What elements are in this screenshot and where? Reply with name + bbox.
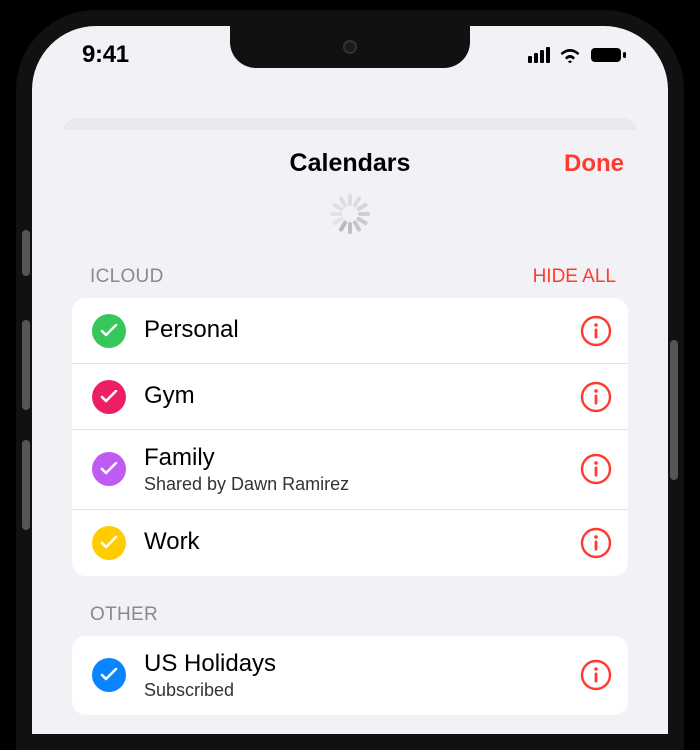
icloud-label: ICLOUD — [90, 266, 164, 288]
other-section-header: OTHER — [50, 576, 650, 636]
status-icons — [528, 46, 626, 64]
icloud-calendars-card: Personal Gym — [72, 298, 628, 576]
cellular-icon — [528, 47, 550, 63]
calendar-label: Work — [144, 528, 580, 557]
other-label: OTHER — [90, 604, 158, 626]
calendar-label: Personal — [144, 316, 580, 345]
info-icon[interactable] — [580, 315, 612, 347]
calendar-sublabel: Shared by Dawn Ramirez — [144, 474, 580, 495]
phone-frame: 9:41 Calendars Done — [16, 10, 684, 750]
calendar-label: Gym — [144, 382, 580, 411]
wifi-icon — [558, 46, 582, 64]
calendars-sheet: Calendars Done ICLOUD HIDE ALL — [50, 130, 650, 734]
other-calendars-card: US Holidays Subscribed — [72, 636, 628, 715]
calendar-sublabel: Subscribed — [144, 680, 580, 701]
volume-up-button — [22, 320, 30, 410]
info-icon[interactable] — [580, 527, 612, 559]
checkmark-icon[interactable] — [92, 314, 126, 348]
calendar-row-personal[interactable]: Personal — [72, 298, 628, 364]
volume-down-button — [22, 440, 30, 530]
loading-spinner-icon — [330, 194, 370, 234]
calendar-label: Family — [144, 444, 580, 473]
info-icon[interactable] — [580, 381, 612, 413]
info-icon[interactable] — [580, 453, 612, 485]
power-button — [670, 340, 678, 480]
hide-all-button[interactable]: HIDE ALL — [533, 266, 616, 288]
info-icon[interactable] — [580, 659, 612, 691]
checkmark-icon[interactable] — [92, 452, 126, 486]
checkmark-icon[interactable] — [92, 380, 126, 414]
calendar-label: US Holidays — [144, 650, 580, 679]
icloud-section-header: ICLOUD HIDE ALL — [50, 238, 650, 298]
calendar-row-us-holidays[interactable]: US Holidays Subscribed — [72, 636, 628, 715]
screen: 9:41 Calendars Done — [32, 26, 668, 734]
calendar-row-work[interactable]: Work — [72, 510, 628, 576]
sheet-title: Calendars — [290, 149, 411, 178]
status-time: 9:41 — [82, 41, 129, 69]
status-bar: 9:41 — [32, 26, 668, 84]
calendar-row-gym[interactable]: Gym — [72, 364, 628, 430]
sheet-header: Calendars Done — [50, 130, 650, 196]
side-button — [22, 230, 30, 276]
calendar-row-family[interactable]: Family Shared by Dawn Ramirez — [72, 430, 628, 510]
checkmark-icon[interactable] — [92, 658, 126, 692]
battery-icon — [590, 46, 626, 64]
checkmark-icon[interactable] — [92, 526, 126, 560]
done-button[interactable]: Done — [564, 150, 624, 178]
